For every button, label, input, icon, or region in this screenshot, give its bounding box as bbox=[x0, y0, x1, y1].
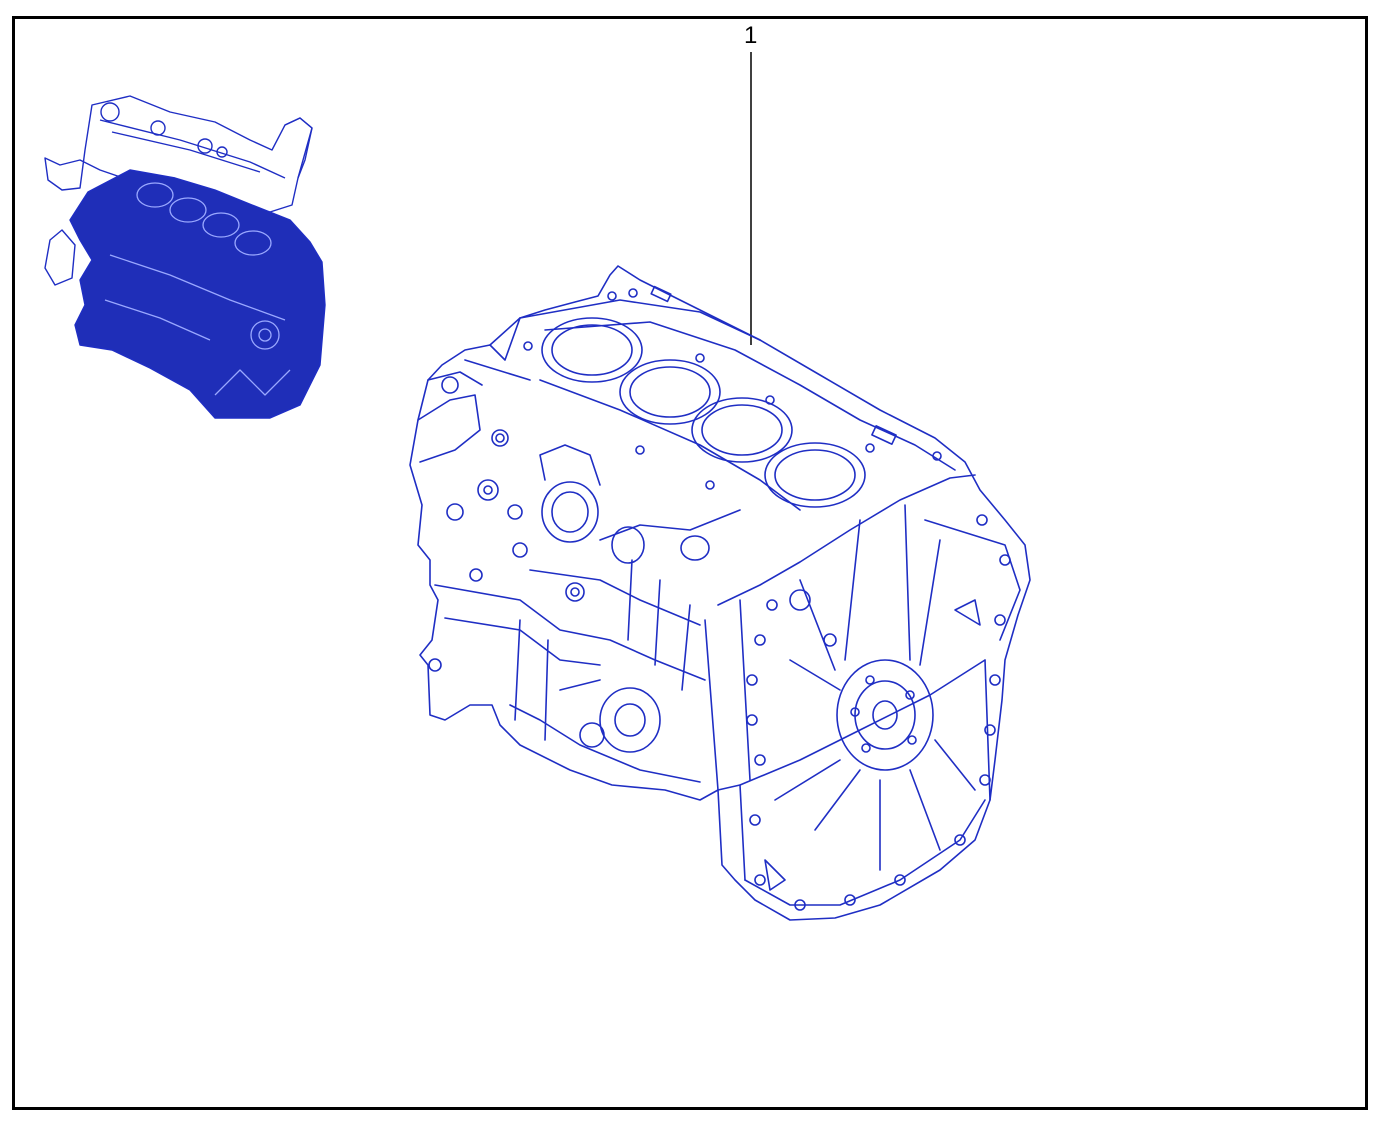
exploded-parts-diagram bbox=[44, 52, 1031, 921]
cylinder-bore bbox=[619, 359, 721, 425]
cylinder-block-part-1 bbox=[409, 265, 1031, 921]
engine-overview-thumbnail bbox=[44, 95, 326, 419]
cylinder-bore bbox=[764, 442, 866, 508]
crankshaft-flange bbox=[836, 659, 934, 771]
cylinder-bore bbox=[691, 397, 793, 463]
cylinder-bore bbox=[541, 317, 643, 383]
